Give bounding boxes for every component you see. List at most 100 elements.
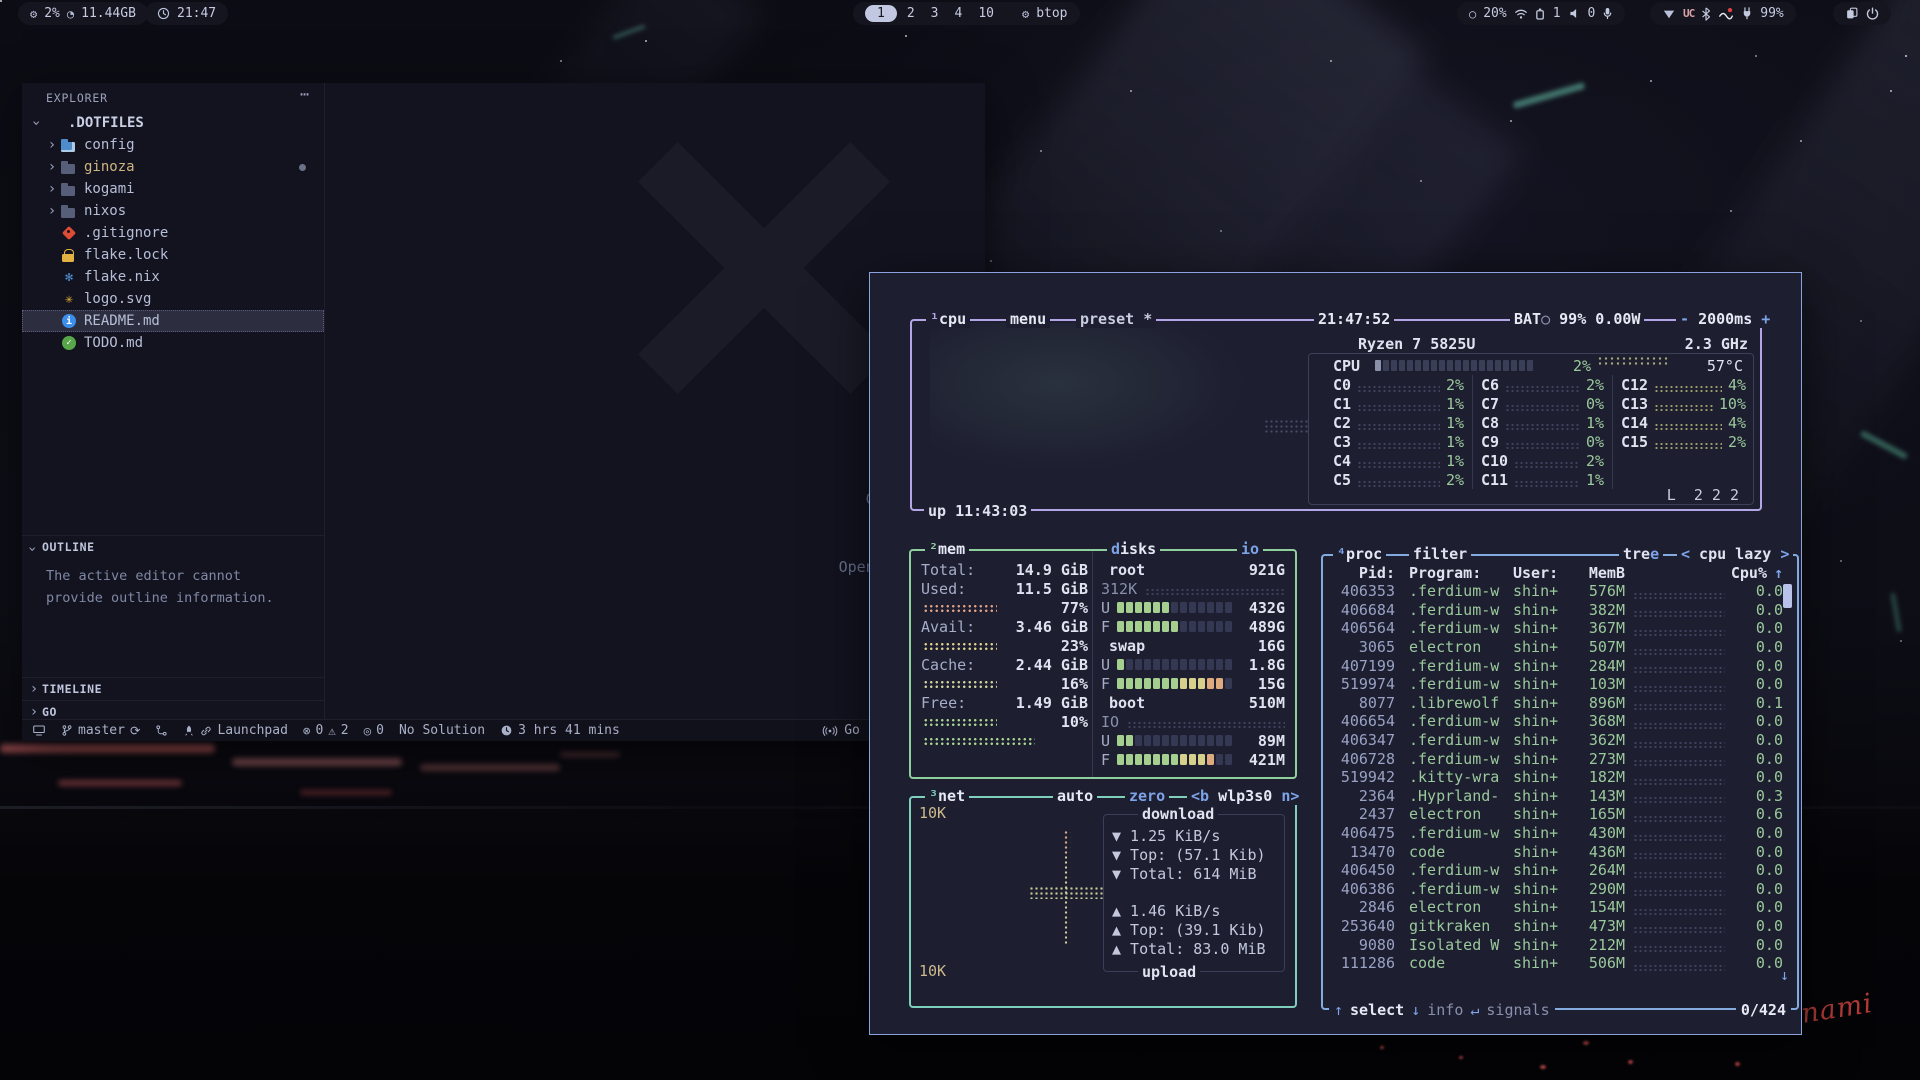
process-cpu-graph (1633, 778, 1725, 785)
clipboard-icon[interactable] (1845, 7, 1859, 20)
menu-button[interactable]: menu (1006, 310, 1050, 328)
process-row[interactable]: 253640 gitkraken shin+ 473M 0.0 (1329, 917, 1783, 936)
tree-item[interactable]: .gitignore (22, 222, 324, 244)
process-row[interactable]: 9080 Isolated W shin+ 212M 0.0 (1329, 935, 1783, 954)
sort-selector[interactable]: < cpu lazy > (1677, 545, 1793, 563)
process-row[interactable]: 406347 .ferdium-w shin+ 362M 0.0 (1329, 731, 1783, 750)
signals-key-hint[interactable]: signals (1486, 1001, 1549, 1019)
process-row[interactable]: 519974 .ferdium-w shin+ 103M 0.0 (1329, 675, 1783, 694)
scrollbar-thumb[interactable] (1783, 584, 1792, 608)
time-tracker-indicator[interactable]: 3 hrs 41 mins (500, 723, 620, 738)
process-row[interactable]: 2846 electron shin+ 154M 0.0 (1329, 898, 1783, 917)
net-interface[interactable]: <b wlp3s0 n> (1187, 787, 1303, 805)
process-program: code (1409, 954, 1513, 972)
process-row[interactable]: 406386 .ferdium-w shin+ 290M 0.0 (1329, 880, 1783, 899)
launchpad-indicator[interactable]: Launchpad (183, 723, 287, 738)
wifi-icon[interactable] (1514, 8, 1528, 20)
workspace-button[interactable]: 1 (865, 5, 897, 22)
tree-item[interactable]: › .DOTFILES (22, 112, 324, 134)
git-branch-indicator[interactable]: master ⟳ (61, 723, 140, 738)
process-user: shin+ (1513, 824, 1575, 842)
process-row[interactable]: 2437 electron shin+ 165M 0.6 (1329, 805, 1783, 824)
keyboard-layout-icon[interactable] (1535, 7, 1546, 20)
workspace-button[interactable]: 2 (901, 6, 921, 21)
tree-item[interactable]: › kogami (22, 178, 324, 200)
explorer-actions-button[interactable]: ⋯ (300, 85, 310, 103)
cpu-panel-title[interactable]: ¹cpu (926, 310, 970, 328)
bluetooth-icon[interactable] (1701, 7, 1711, 21)
process-user: shin+ (1513, 694, 1575, 712)
speaker-icon[interactable] (1568, 7, 1581, 20)
process-table-header[interactable]: Pid: Program: User: MemB Cpu% ↑ (1329, 563, 1783, 582)
timeline-section-header[interactable]: › TIMELINE (22, 677, 324, 699)
tree-item[interactable]: TODO.md (22, 332, 324, 354)
process-row[interactable]: 406728 .ferdium-w shin+ 273M 0.0 (1329, 749, 1783, 768)
tree-item[interactable]: › nixos (22, 200, 324, 222)
memory-panel: ²mem disks io Total:14.9 GiB Used:11.5 G… (909, 549, 1297, 779)
download-speed: ▼ 1.25 KiB/s (1112, 827, 1284, 846)
process-mem: 473M (1575, 917, 1625, 935)
update-interval-control[interactable]: - 2000ms + (1676, 310, 1774, 328)
brightness-icon[interactable]: ○ (1469, 7, 1476, 21)
workspace-button[interactable]: 10 (972, 6, 1000, 21)
process-row[interactable]: 3065 electron shin+ 507M 0.0 (1329, 638, 1783, 657)
filter-button[interactable]: filter (1409, 545, 1471, 563)
net-zero-button[interactable]: zero (1125, 787, 1169, 805)
pipeline-indicator[interactable] (155, 724, 168, 737)
uc-tray-icon[interactable]: UC (1683, 7, 1694, 20)
process-program: code (1409, 843, 1513, 861)
process-row[interactable]: 111286 code shin+ 506M 0.0 (1329, 954, 1783, 973)
tree-item[interactable]: › ginoza (22, 156, 324, 178)
core-graph (1357, 461, 1440, 468)
tree-item[interactable]: flake.nix (22, 266, 324, 288)
net-panel-title[interactable]: ³net (925, 787, 969, 805)
net-scale-top: 10K (919, 804, 946, 822)
process-row[interactable]: 13470 code shin+ 436M 0.0 (1329, 842, 1783, 861)
preset-button[interactable]: preset * (1076, 310, 1156, 328)
notifier-tray-icon[interactable] (1718, 7, 1734, 20)
process-row[interactable]: 406654 .ferdium-w shin+ 368M 0.0 (1329, 712, 1783, 731)
clock-module[interactable]: 21:47 (145, 2, 228, 25)
feedback-indicator[interactable]: ◎ 0 (364, 723, 384, 738)
system-stats-module[interactable]: ⚙ 2% ◔ 11.44GB (18, 2, 148, 25)
free-label: F (1101, 751, 1117, 769)
proc-panel-title[interactable]: ⁴proc (1333, 545, 1386, 563)
process-panel: ⁴proc filter tree < cpu lazy > Pid: Prog… (1321, 554, 1799, 1010)
keyboard-layout: 1 (1553, 6, 1561, 21)
net-auto-button[interactable]: auto (1053, 787, 1097, 805)
microphone-icon[interactable] (1602, 7, 1613, 20)
power-icon[interactable] (1866, 7, 1879, 20)
workspace-button[interactable]: 4 (948, 6, 968, 21)
solution-indicator[interactable]: No Solution (399, 723, 485, 738)
process-row[interactable]: 406684 .ferdium-w shin+ 382M 0.0 (1329, 601, 1783, 620)
tree-toggle-button[interactable]: tree (1619, 545, 1663, 563)
used-label: U (1101, 599, 1117, 617)
process-row[interactable]: 519942 .kitty-wra shin+ 182M 0.0 (1329, 768, 1783, 787)
tree-item[interactable]: › config (22, 134, 324, 156)
scroll-down-icon[interactable]: ↓ (1780, 966, 1789, 984)
controls-module: ○ 20% 1 0 (1457, 2, 1625, 25)
process-row[interactable]: 8077 .librewolf shin+ 896M 0.1 (1329, 694, 1783, 713)
arrow-down-key[interactable]: ↓ (1411, 1001, 1420, 1019)
arrow-up-key[interactable]: ↑ (1334, 1001, 1343, 1019)
process-row[interactable]: 2364 .Hyprland- shin+ 143M 0.3 (1329, 787, 1783, 806)
cpu-core-row: C12 4% (1621, 375, 1746, 394)
process-row[interactable]: 406475 .ferdium-w shin+ 430M 0.0 (1329, 824, 1783, 843)
process-row[interactable]: 406450 .ferdium-w shin+ 264M 0.0 (1329, 861, 1783, 880)
free-label: F (1101, 618, 1117, 636)
power-plug-icon[interactable] (1741, 7, 1753, 20)
process-row[interactable]: 406353 .ferdium-w shin+ 576M 0.0 (1329, 582, 1783, 601)
select-key-hint[interactable]: select (1350, 1001, 1404, 1019)
tree-item[interactable]: logo.svg (22, 288, 324, 310)
remote-indicator[interactable] (32, 724, 46, 737)
outline-section-header[interactable]: › OUTLINE (22, 535, 324, 557)
tree-item[interactable]: README.md (22, 310, 324, 332)
process-row[interactable]: 406564 .ferdium-w shin+ 367M 0.0 (1329, 619, 1783, 638)
disk-used-meter (1117, 735, 1232, 746)
process-row[interactable]: 407199 .ferdium-w shin+ 284M 0.0 (1329, 656, 1783, 675)
tree-item[interactable]: flake.lock (22, 244, 324, 266)
network-tray-icon[interactable] (1662, 8, 1676, 20)
info-key-hint[interactable]: info (1427, 1001, 1463, 1019)
problems-indicator[interactable]: ⊗ 0 ⚠ 2 (303, 723, 349, 738)
workspace-button[interactable]: 3 (925, 6, 945, 21)
